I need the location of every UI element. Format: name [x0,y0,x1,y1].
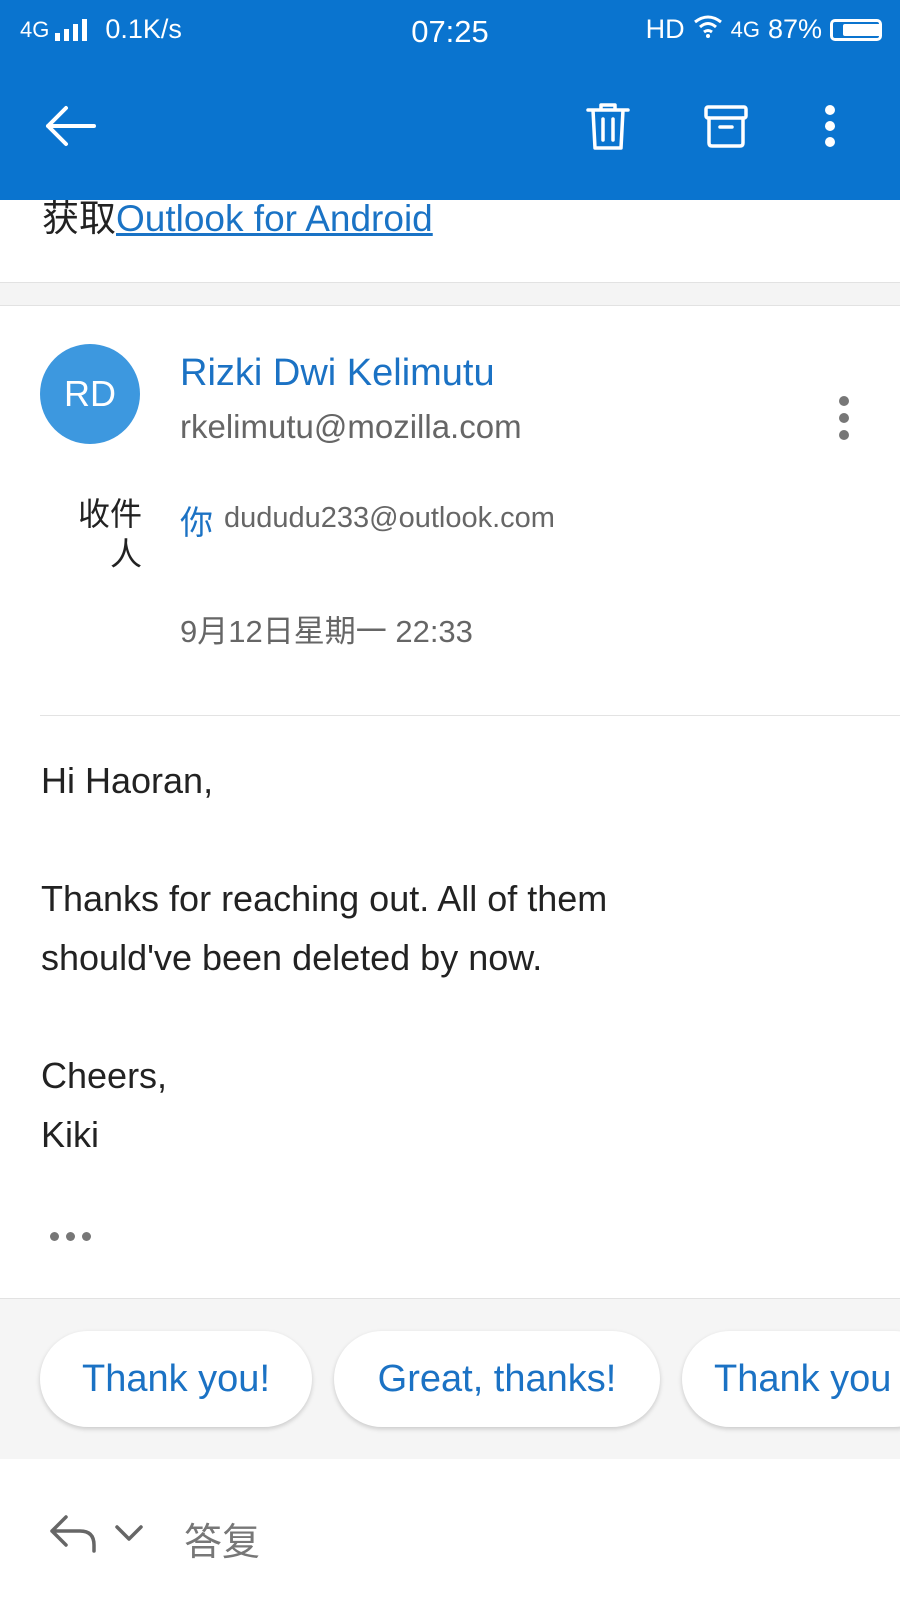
archive-icon [704,105,748,148]
more-options-button[interactable] [798,94,862,158]
quick-replies: Thank you! Great, thanks! Thank you [0,1298,900,1460]
status-bar: 4G 0.1K/s 07:25 HD 4G 87% [0,0,900,62]
recipient-email: dududu233@outlook.com [224,502,555,534]
message-more-button[interactable] [832,395,856,441]
delete-button[interactable] [576,94,640,158]
reply-bar: 答复 [0,1459,900,1600]
avatar[interactable]: RD [40,344,140,444]
archive-button[interactable] [694,94,758,158]
chevron-down-icon [115,1525,143,1541]
network-type-right: 4G [730,16,760,42]
recipient-you[interactable]: 你 [180,496,213,544]
quick-reply-chip[interactable]: Thank you [682,1331,900,1427]
quick-reply-chip[interactable]: Great, thanks! [334,1331,660,1427]
body-line-1: Thanks for reaching out. All of them [41,878,608,919]
more-vertical-icon [839,396,849,440]
body-signoff: Cheers, [41,1055,168,1096]
message-date: 9月12日星期一 22:33 [180,614,473,649]
wifi-icon [693,14,723,45]
reply-button[interactable] [48,1511,98,1555]
battery-icon [830,18,882,41]
app-header: 4G 0.1K/s 07:25 HD 4G 87% [0,0,900,200]
back-button[interactable] [38,94,102,158]
body-greeting: Hi Haoran, [41,760,214,801]
reply-icon [50,1515,96,1553]
outlook-android-link[interactable]: Outlook for Android [116,198,433,239]
reply-input[interactable]: 答复 [184,1511,260,1566]
promo-prefix: 获取 [42,198,116,239]
body-line-2: should've been deleted by now. [41,937,543,978]
header-divider [40,715,900,716]
quick-reply-chip[interactable]: Thank you! [40,1331,312,1427]
sender-name[interactable]: Rizki Dwi Kelimutu [180,352,495,395]
back-arrow-icon [46,106,96,146]
battery-percent: 87% [767,14,822,44]
message-separator [0,282,900,306]
sender-email: rkelimutu@mozilla.com [180,408,522,445]
body-signature: Kiki [41,1114,100,1155]
show-quoted-text-button[interactable] [50,1232,98,1241]
recipient-label: 收件人 [77,496,142,572]
message-toolbar [0,62,900,200]
more-vertical-icon [825,105,835,147]
hd-indicator: HD [645,14,685,44]
reply-options-button[interactable] [113,1521,145,1545]
trash-icon [586,103,630,150]
